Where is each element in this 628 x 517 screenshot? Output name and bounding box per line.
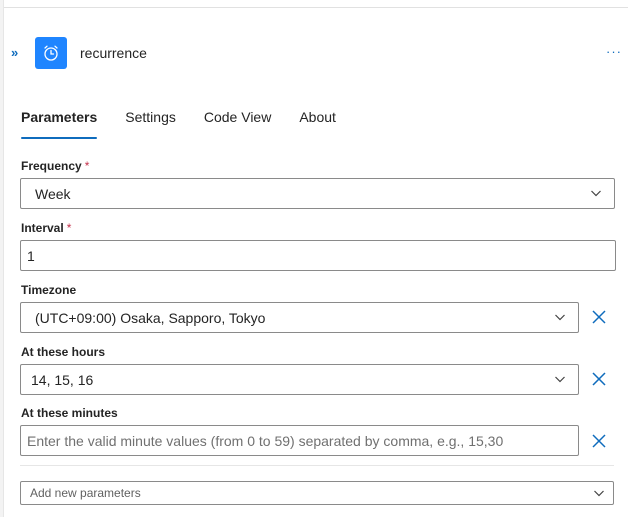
left-panel-edge	[0, 0, 4, 517]
top-bar	[0, 0, 628, 8]
chevron-down-icon	[591, 190, 601, 197]
hours-value: 14, 15, 16	[31, 371, 94, 388]
add-parameters-placeholder: Add new parameters	[30, 486, 141, 500]
clear-minutes-icon[interactable]	[591, 433, 607, 449]
frequency-dropdown[interactable]: Week	[20, 178, 615, 209]
tab-code-view[interactable]: Code View	[204, 109, 271, 139]
timezone-dropdown[interactable]: (UTC+09:00) Osaka, Sapporo, Tokyo	[20, 302, 579, 333]
hours-label: At these hours	[21, 345, 106, 359]
tab-settings[interactable]: Settings	[125, 109, 176, 139]
chevron-down-icon	[594, 490, 604, 497]
tab-about[interactable]: About	[299, 109, 336, 139]
panel-tabs: Parameters Settings Code View About	[21, 109, 364, 139]
clear-timezone-icon[interactable]	[591, 309, 607, 325]
more-options-button[interactable]: ···	[606, 44, 622, 59]
add-new-parameters-dropdown[interactable]: Add new parameters	[20, 481, 614, 505]
frequency-label: Frequency *	[21, 159, 90, 173]
action-header: » recurrence ···	[0, 36, 628, 70]
required-marker: *	[66, 221, 72, 235]
hours-dropdown[interactable]: 14, 15, 16	[20, 364, 579, 395]
frequency-value: Week	[35, 185, 71, 202]
chevron-down-icon	[555, 314, 565, 321]
chevron-down-icon	[555, 376, 565, 383]
interval-value: 1	[27, 247, 35, 264]
action-title: recurrence	[80, 45, 147, 61]
clear-hours-icon[interactable]	[591, 371, 607, 387]
minutes-input[interactable]: Enter the valid minute values (from 0 to…	[20, 425, 579, 456]
interval-label: Interval *	[21, 221, 72, 235]
interval-input[interactable]: 1	[20, 240, 616, 271]
timezone-value: (UTC+09:00) Osaka, Sapporo, Tokyo	[35, 309, 266, 326]
tab-parameters[interactable]: Parameters	[21, 109, 98, 139]
minutes-label: At these minutes	[21, 406, 118, 420]
collapse-panel-button[interactable]: »	[11, 45, 27, 61]
minutes-placeholder: Enter the valid minute values (from 0 to…	[27, 432, 504, 449]
divider	[20, 465, 614, 466]
alarm-clock-icon	[35, 37, 67, 69]
timezone-label: Timezone	[21, 283, 77, 297]
required-marker: *	[84, 159, 90, 173]
